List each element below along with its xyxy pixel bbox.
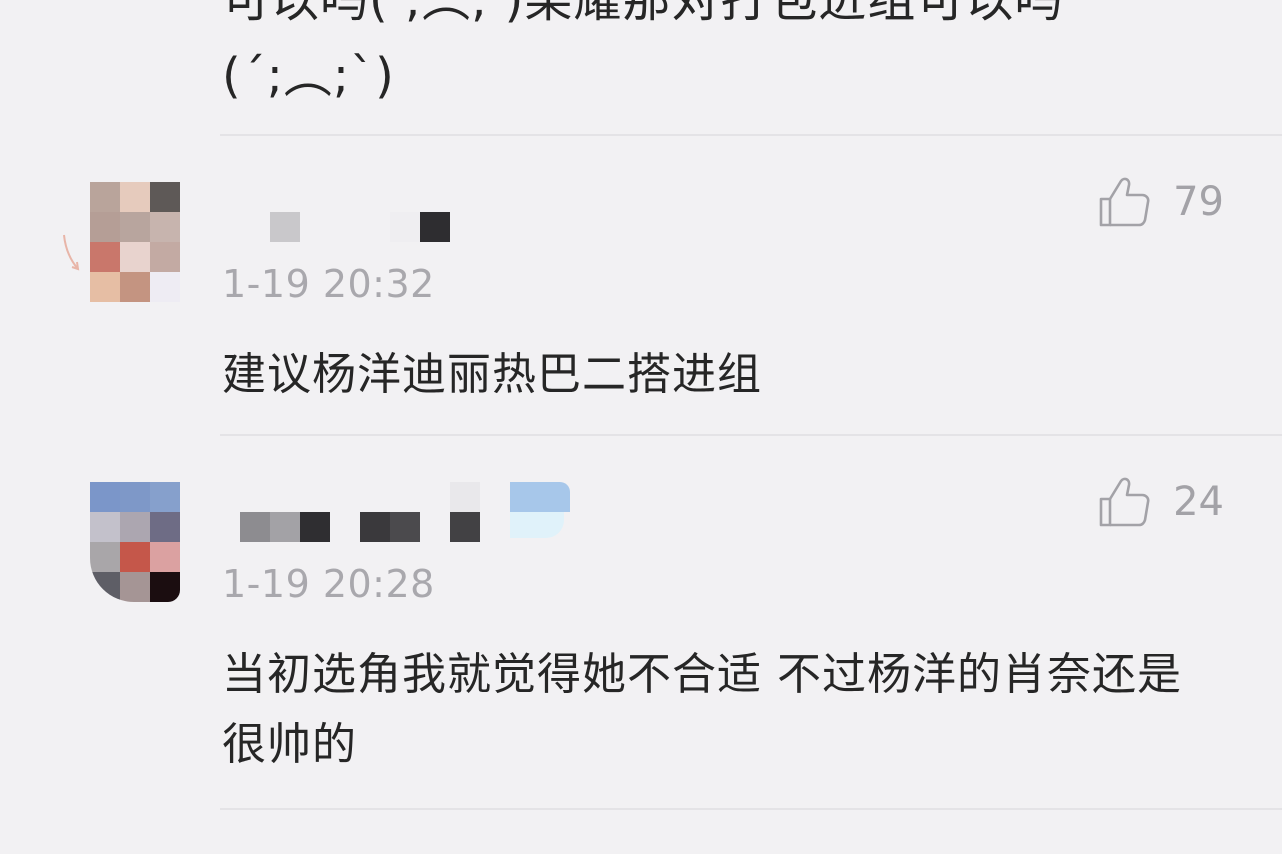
comment-timestamp: 1-19 20:28 <box>222 562 435 606</box>
comment-divider <box>220 434 1282 436</box>
comment-body: 建议杨洋迪丽热巴二搭进组 <box>222 349 762 400</box>
comment-item: 1-19 20:28 当初选角我就觉得她不合适 不过杨洋的肖奈还是很帅的 24 <box>0 0 1282 770</box>
like-count: 24 <box>1173 479 1224 525</box>
like-button[interactable]: 24 <box>1097 474 1224 530</box>
comment-divider <box>220 808 1282 810</box>
avatar[interactable] <box>90 482 180 602</box>
thumbs-up-icon <box>1099 477 1150 527</box>
comment-body: 当初选角我就觉得她不合适 不过杨洋的肖奈还是很帅的 <box>222 649 1182 770</box>
